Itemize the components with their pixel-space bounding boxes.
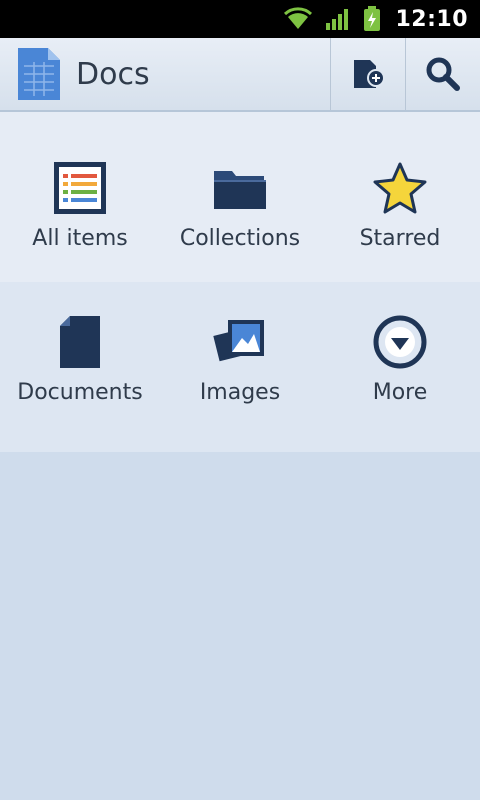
more-icon: [370, 312, 430, 372]
wifi-icon: [283, 7, 313, 31]
empty-content-area: [0, 452, 480, 796]
status-time: 12:10: [395, 6, 468, 32]
grid-row-2: Documents Images More: [0, 282, 480, 452]
tile-collections[interactable]: Collections: [160, 112, 320, 282]
docs-logo-icon[interactable]: [14, 46, 62, 102]
tile-label: All items: [32, 226, 128, 251]
battery-charging-icon: [363, 6, 381, 32]
tile-label: Images: [199, 380, 281, 405]
tile-more[interactable]: More: [320, 282, 480, 452]
signal-icon: [325, 7, 351, 31]
tile-documents[interactable]: Documents: [0, 282, 160, 452]
document-icon: [50, 312, 110, 372]
tile-label: Collections: [179, 226, 301, 251]
list-icon: [50, 158, 110, 218]
app-title: Docs: [76, 56, 150, 92]
new-doc-button[interactable]: [330, 38, 405, 110]
tile-starred[interactable]: Starred: [320, 112, 480, 282]
images-icon: [210, 312, 270, 372]
tile-label: Documents: [17, 380, 143, 405]
search-icon: [426, 57, 460, 91]
tile-all-items[interactable]: All items: [0, 112, 160, 282]
tile-images[interactable]: Images: [160, 282, 320, 452]
tile-label: Starred: [359, 226, 441, 251]
status-bar: 12:10: [0, 0, 480, 38]
folder-icon: [210, 158, 270, 218]
new-doc-icon: [354, 60, 385, 88]
grid-row-1: All items Collections Starred: [0, 112, 480, 282]
app-bar: Docs: [0, 38, 480, 112]
search-button[interactable]: [405, 38, 480, 110]
tile-label: More: [372, 380, 428, 405]
star-icon: [370, 158, 430, 218]
